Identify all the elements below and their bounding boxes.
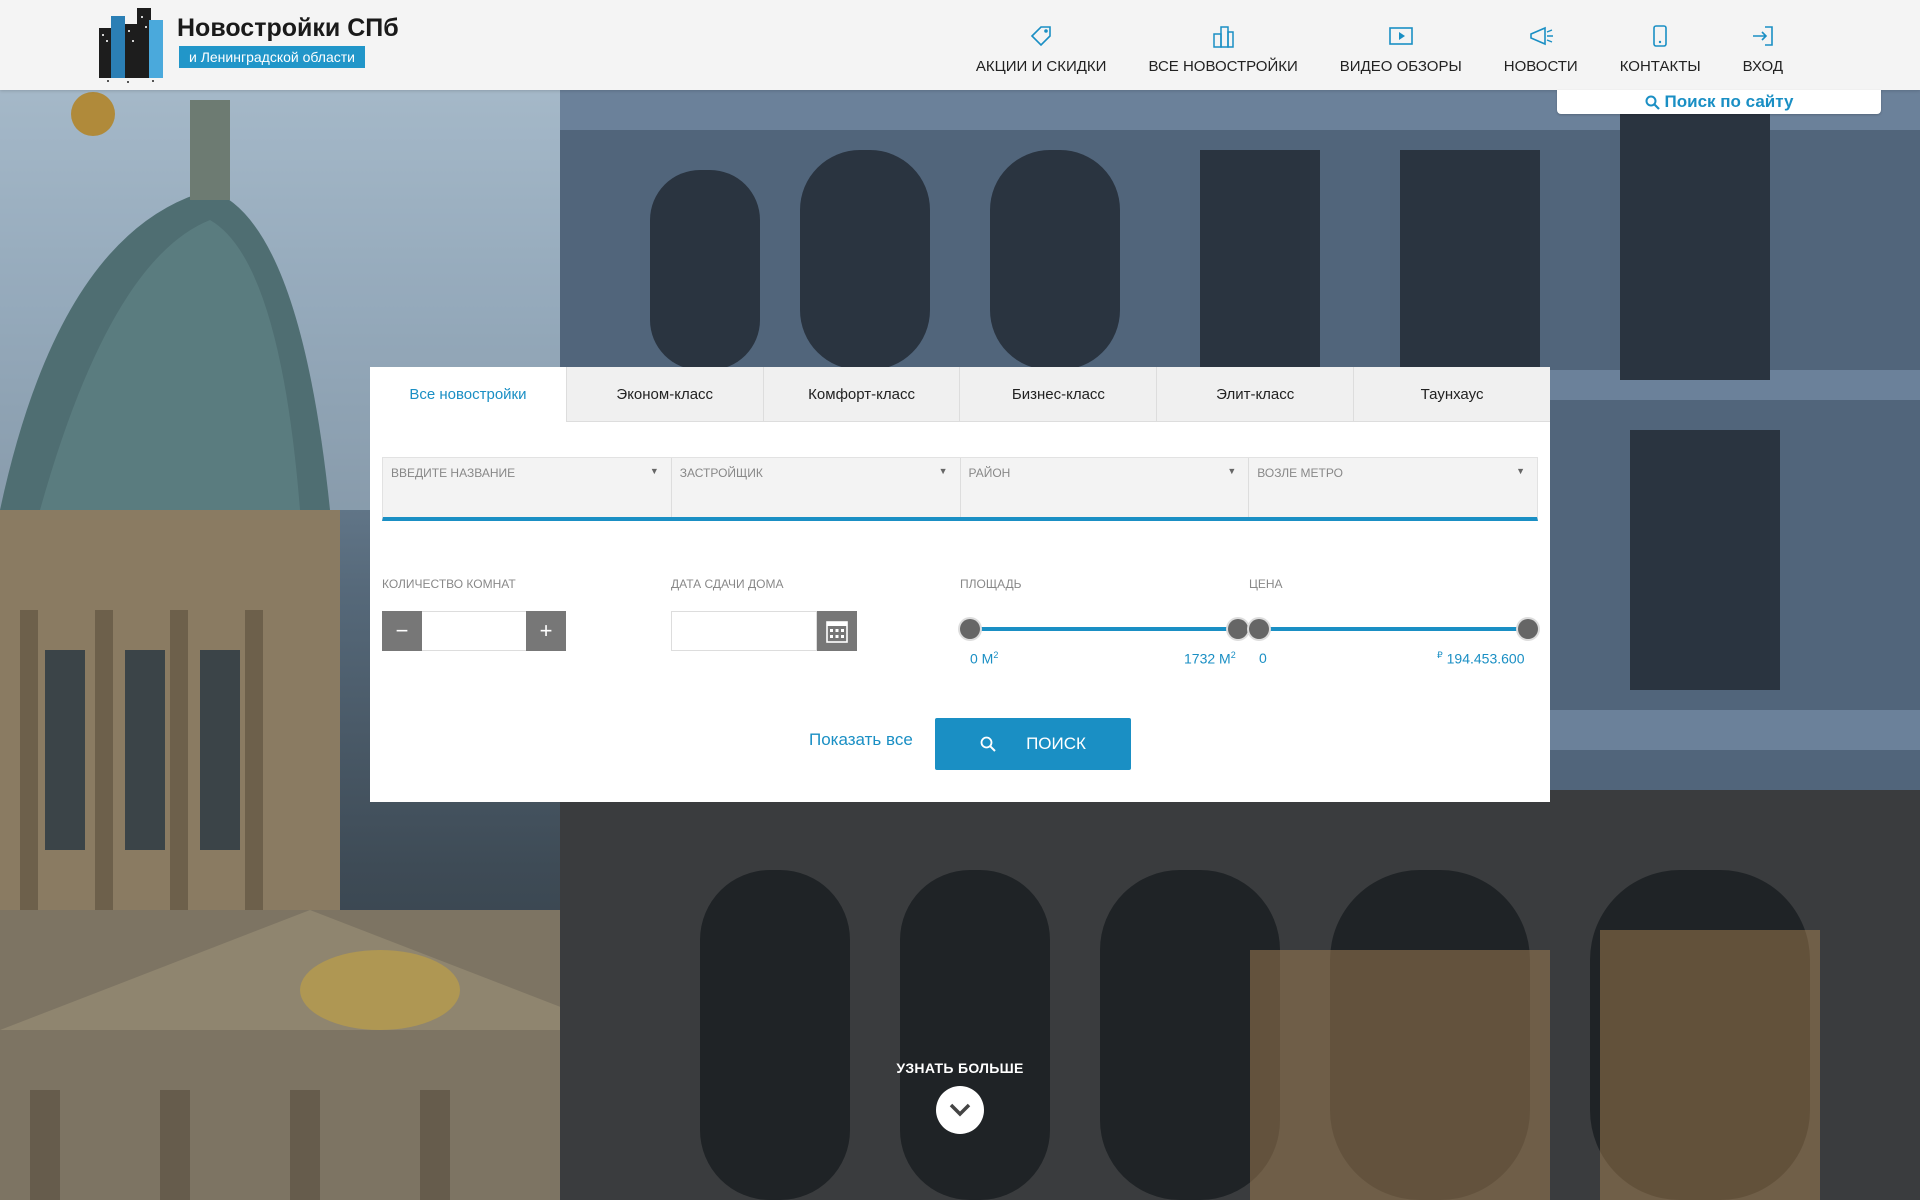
delivery-date-picker bbox=[671, 611, 857, 651]
price-range-track bbox=[1259, 627, 1528, 631]
nav-label: ВХОД bbox=[1742, 58, 1783, 75]
metro-select-placeholder: ВОЗЛЕ МЕТРО bbox=[1257, 466, 1343, 480]
caret-down-icon: ▼ bbox=[1516, 466, 1525, 476]
nav-item-promotions[interactable]: АКЦИИ И СКИДКИ bbox=[955, 0, 1128, 90]
main-nav: АКЦИИ И СКИДКИ ВСЕ НОВОСТРОЙКИ ВИДЕО ОБЗ… bbox=[955, 0, 1804, 90]
area-range-slider bbox=[960, 619, 1248, 639]
district-select-placeholder: РАЙОН bbox=[968, 466, 1011, 480]
price-max-value: ₽ 194.453.600 bbox=[1437, 650, 1525, 667]
developer-select[interactable]: ЗАСТРОЙЩИК ▼ bbox=[670, 458, 960, 517]
area-max-handle[interactable] bbox=[1228, 619, 1248, 639]
nav-item-video-reviews[interactable]: ВИДЕО ОБЗОРЫ bbox=[1319, 0, 1483, 90]
learn-more: УЗНАТЬ БОЛЬШЕ bbox=[860, 1060, 1060, 1134]
nav-item-contacts[interactable]: КОНТАКТЫ bbox=[1599, 0, 1722, 90]
city-logo-icon bbox=[99, 8, 163, 83]
rooms-increment-button[interactable]: + bbox=[526, 611, 566, 651]
nav-label: ВИДЕО ОБЗОРЫ bbox=[1339, 58, 1462, 75]
site-search-button[interactable]: Поиск по сайту bbox=[1557, 90, 1881, 114]
nav-label: ВСЕ НОВОСТРОЙКИ bbox=[1148, 58, 1298, 75]
buildings-icon bbox=[1213, 26, 1234, 48]
site-header: Новостройки СПб и Ленинградской области … bbox=[0, 0, 1920, 90]
nav-label: АКЦИИ И СКИДКИ bbox=[975, 58, 1107, 75]
calendar-button[interactable] bbox=[817, 611, 857, 651]
name-select[interactable]: ВВЕДИТЕ НАЗВАНИЕ ▼ bbox=[383, 458, 671, 517]
caret-down-icon: ▼ bbox=[1227, 466, 1237, 476]
area-min-handle[interactable] bbox=[960, 619, 980, 639]
nav-label: НОВОСТИ bbox=[1503, 58, 1578, 75]
delivery-date-input[interactable] bbox=[671, 611, 817, 651]
login-icon bbox=[1752, 26, 1773, 46]
scroll-down-button[interactable] bbox=[936, 1086, 984, 1134]
chevron-down-icon bbox=[949, 1103, 971, 1117]
rooms-input[interactable] bbox=[422, 611, 526, 651]
show-all-link[interactable]: Показать все bbox=[809, 730, 913, 750]
tag-icon bbox=[1031, 26, 1051, 47]
nav-item-login[interactable]: ВХОД bbox=[1722, 0, 1804, 90]
search-icon bbox=[1645, 95, 1660, 110]
area-label: ПЛОЩАДЬ bbox=[960, 577, 1022, 591]
filter-row: ВВЕДИТЕ НАЗВАНИЕ ▼ ЗАСТРОЙЩИК ▼ РАЙОН ▼ … bbox=[382, 457, 1538, 521]
search-panel: Все новостройки Эконом-класс Комфорт-кла… bbox=[370, 367, 1550, 802]
site-search-label: Поиск по сайту bbox=[1664, 92, 1794, 111]
tab-all-buildings[interactable]: Все новостройки bbox=[370, 367, 566, 422]
caret-down-icon: ▼ bbox=[938, 466, 948, 476]
name-select-placeholder: ВВЕДИТЕ НАЗВАНИЕ bbox=[391, 466, 516, 480]
tab-economy[interactable]: Эконом-класс bbox=[565, 367, 763, 422]
metro-select[interactable]: ВОЗЛЕ МЕТРО ▼ bbox=[1248, 458, 1537, 517]
rooms-decrement-button[interactable]: − bbox=[382, 611, 422, 651]
site-logo[interactable]: Новостройки СПб и Ленинградской области bbox=[97, 6, 399, 86]
search-button[interactable]: ПОИСК bbox=[935, 718, 1131, 770]
rooms-label: КОЛИЧЕСТВО КОМНАТ bbox=[382, 577, 516, 591]
nav-label: КОНТАКТЫ bbox=[1619, 58, 1701, 75]
learn-more-label: УЗНАТЬ БОЛЬШЕ bbox=[896, 1060, 1024, 1076]
megaphone-icon bbox=[1529, 26, 1553, 46]
price-min-handle[interactable] bbox=[1249, 619, 1269, 639]
calendar-icon bbox=[826, 621, 848, 643]
price-range-slider bbox=[1249, 619, 1538, 639]
search-button-label: ПОИСК bbox=[1026, 734, 1086, 753]
price-label: ЦЕНА bbox=[1249, 577, 1283, 591]
nav-item-news[interactable]: НОВОСТИ bbox=[1483, 0, 1599, 90]
phone-icon bbox=[1653, 25, 1667, 47]
video-play-icon bbox=[1388, 27, 1413, 45]
price-max-handle[interactable] bbox=[1518, 619, 1538, 639]
developer-select-placeholder: ЗАСТРОЙЩИК bbox=[679, 466, 763, 480]
logo-subtitle: и Ленинградской области bbox=[179, 46, 365, 68]
area-range-track bbox=[970, 627, 1238, 631]
district-select[interactable]: РАЙОН ▼ bbox=[959, 458, 1249, 517]
logo-title: Новостройки СПб bbox=[177, 14, 399, 42]
rooms-stepper: − + bbox=[382, 611, 566, 651]
date-label: ДАТА СДАЧИ ДОМА bbox=[671, 577, 784, 591]
nav-item-all-buildings[interactable]: ВСЕ НОВОСТРОЙКИ bbox=[1127, 0, 1318, 90]
tab-elite[interactable]: Элит-класс bbox=[1156, 367, 1354, 422]
category-tabs: Все новостройки Эконом-класс Комфорт-кла… bbox=[370, 367, 1550, 422]
area-max-value: 1732 М2 bbox=[1184, 650, 1236, 667]
price-min-value: 0 bbox=[1259, 650, 1267, 666]
tab-townhouse[interactable]: Таунхаус bbox=[1353, 367, 1550, 422]
caret-down-icon: ▼ bbox=[649, 466, 659, 476]
search-icon bbox=[980, 736, 996, 752]
tab-comfort[interactable]: Комфорт-класс bbox=[762, 367, 960, 422]
area-min-value: 0 М2 bbox=[970, 650, 999, 667]
tab-business[interactable]: Бизнес-класс bbox=[959, 367, 1157, 422]
